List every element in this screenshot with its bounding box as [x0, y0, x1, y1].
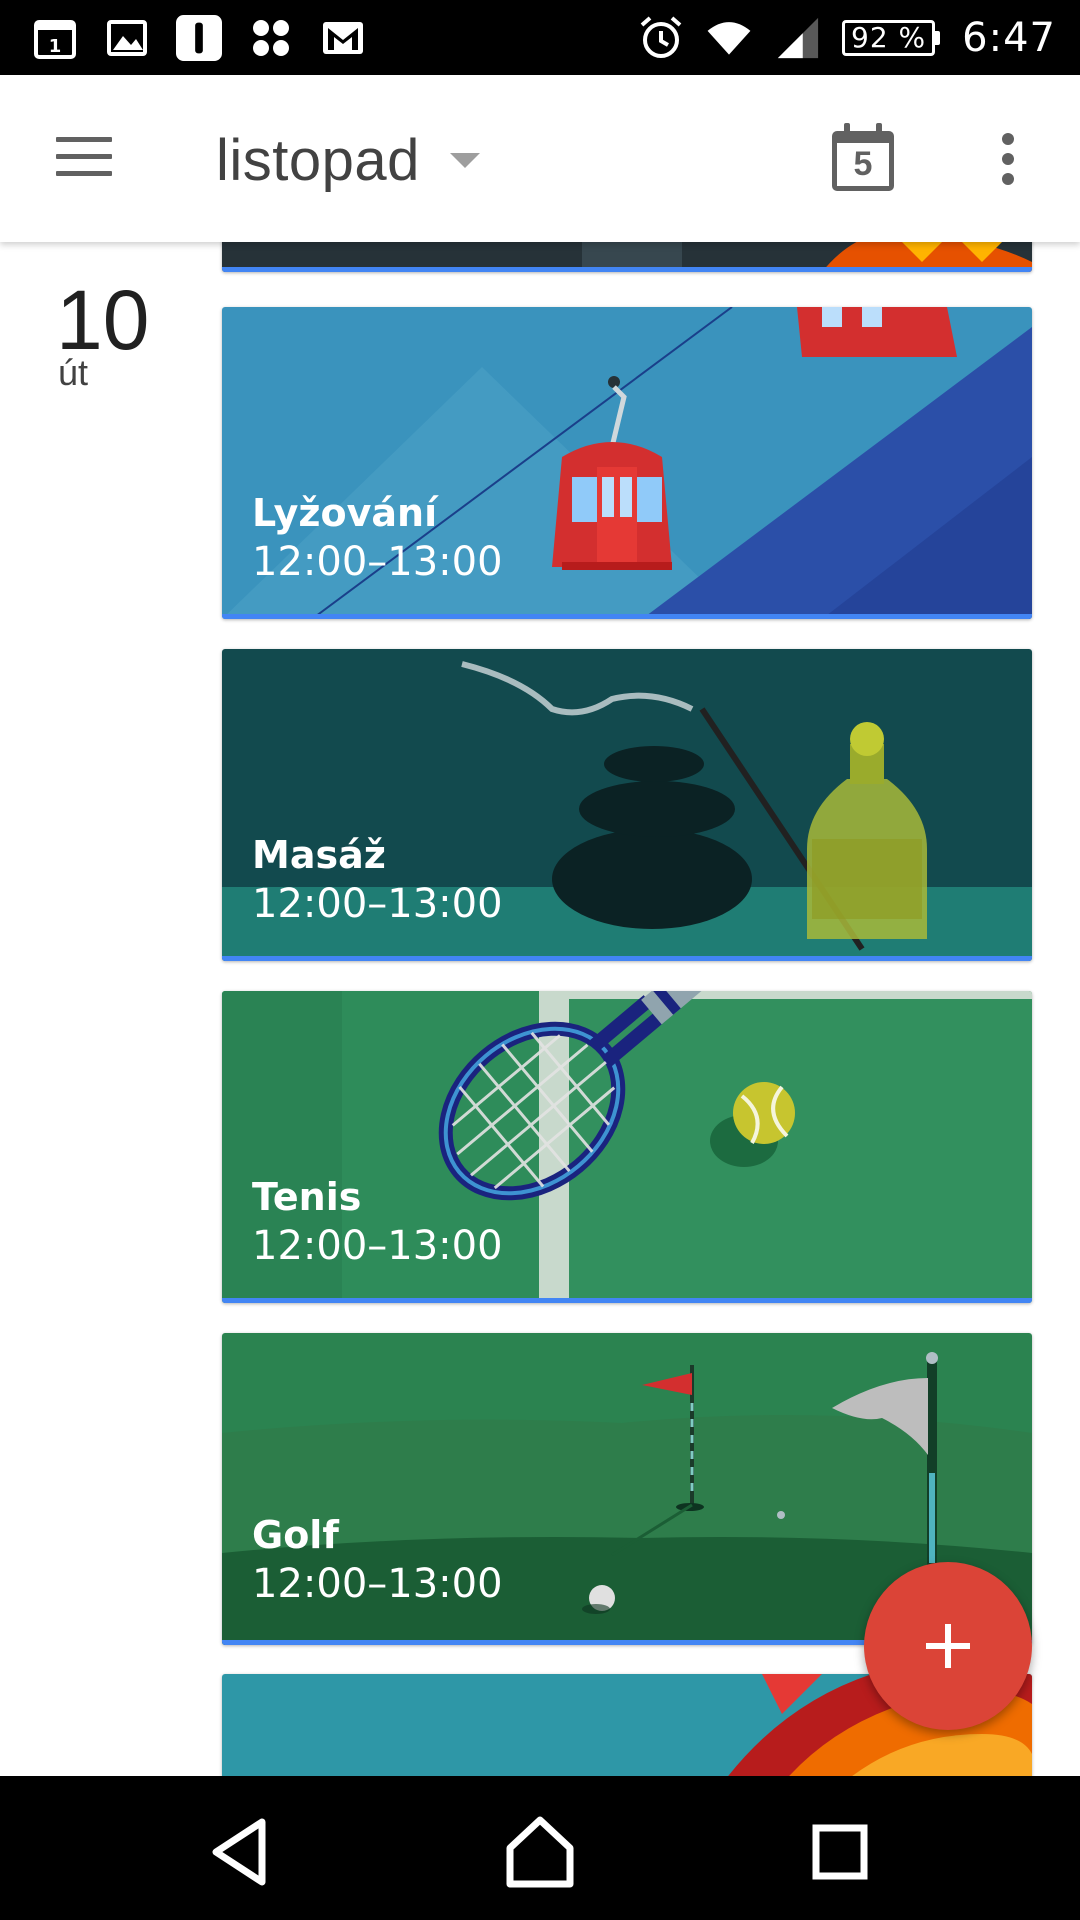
calendar-today-icon[interactable]: 5: [832, 123, 896, 193]
calendar-notification-icon: 1: [32, 15, 78, 61]
svg-text:1: 1: [49, 36, 62, 57]
info-icon: [176, 14, 222, 61]
dropdown-caret-icon[interactable]: [450, 153, 480, 168]
today-date-number: 5: [853, 145, 873, 183]
event-title: Lyžování: [252, 491, 438, 535]
home-icon[interactable]: [500, 1812, 580, 1892]
pinwheel-icon: [248, 15, 294, 61]
schedule-list[interactable]: 10 út Lyžování 12:00–13:00 Masáž 12:00–1…: [0, 242, 1080, 1776]
event-card-massage[interactable]: Masáž 12:00–13:00: [222, 649, 1032, 961]
event-card-skiing[interactable]: Lyžování 12:00–13:00: [222, 307, 1032, 619]
event-title: Tenis: [252, 1175, 362, 1219]
event-time: 12:00–13:00: [252, 539, 503, 585]
back-icon[interactable]: [200, 1812, 280, 1892]
hamburger-menu-icon[interactable]: [56, 137, 112, 181]
gmail-icon: [320, 15, 366, 61]
gallery-icon: [104, 15, 150, 61]
alarm-icon: [638, 15, 684, 61]
day-weekday: út: [58, 352, 89, 393]
status-bar: 1 92 % 6:47: [0, 0, 1080, 75]
navigation-bar: [0, 1776, 1080, 1920]
app-bar: listopad 5: [0, 75, 1080, 242]
signal-icon: [774, 15, 820, 61]
battery-level: 92 %: [842, 19, 936, 56]
recents-icon[interactable]: [800, 1812, 880, 1892]
battery-indicator: 92 %: [842, 19, 941, 56]
add-event-button[interactable]: [864, 1562, 1032, 1730]
clock: 6:47: [962, 14, 1056, 61]
event-time: 12:00–13:00: [252, 1223, 503, 1269]
more-vert-icon[interactable]: [1000, 133, 1016, 189]
event-time: 12:00–13:00: [252, 1561, 503, 1607]
month-title[interactable]: listopad: [216, 127, 420, 194]
event-title: Masáž: [252, 833, 386, 877]
event-time: 12:00–13:00: [252, 881, 503, 927]
wifi-icon: [706, 15, 752, 61]
event-title: Golf: [252, 1513, 339, 1557]
event-card-previous[interactable]: [222, 242, 1032, 272]
event-card-tennis[interactable]: Tenis 12:00–13:00: [222, 991, 1032, 1303]
